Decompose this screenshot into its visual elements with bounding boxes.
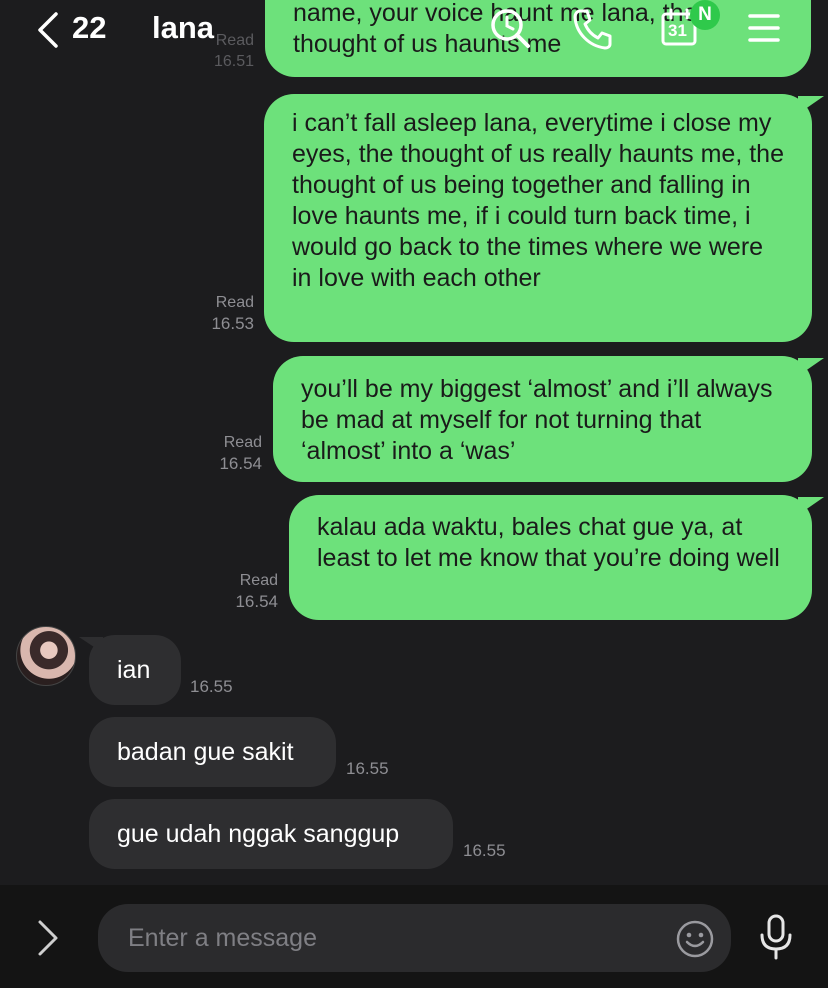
message-text: badan gue sakit <box>117 737 294 766</box>
unread-count[interactable]: 22 <box>72 10 106 46</box>
message-text: ian <box>117 655 151 684</box>
chevron-right-icon[interactable] <box>36 919 60 957</box>
new-badge: N <box>690 0 720 30</box>
message-bubble-outgoing[interactable]: kalau ada waktu, bales chat gue ya, at l… <box>289 495 812 620</box>
chat-header: 22 lana 31 N <box>0 0 828 60</box>
phone-icon[interactable] <box>572 8 612 50</box>
emoji-icon[interactable] <box>675 919 715 959</box>
read-receipt: Read 16.54 <box>204 432 262 474</box>
message-bubble-outgoing[interactable]: i can’t fall asleep lana, everytime i cl… <box>264 94 812 342</box>
chat-screen: name, your voice haunt me lana, the thou… <box>0 0 828 988</box>
message-bubble-incoming[interactable]: ian <box>79 635 181 705</box>
read-receipt: Read 16.53 <box>196 292 254 334</box>
message-text: gue udah nggak sanggup <box>117 819 400 848</box>
read-label: Read <box>215 294 254 311</box>
message-time: 16.55 <box>190 677 233 696</box>
message-text: i can’t fall asleep lana, everytime i cl… <box>292 109 784 292</box>
calendar-day: 31 <box>668 21 687 40</box>
message-bubble-outgoing[interactable]: you’ll be my biggest ‘almost’ and i’ll a… <box>273 356 812 482</box>
search-icon[interactable] <box>488 6 532 50</box>
contact-avatar[interactable] <box>16 626 76 686</box>
message-text: you’ll be my biggest ‘almost’ and i’ll a… <box>301 375 773 465</box>
message-time: 16.54 <box>219 454 262 473</box>
message-bubble-incoming[interactable]: badan gue sakit <box>89 717 336 787</box>
message-time: 16.55 <box>346 759 389 778</box>
microphone-icon[interactable] <box>758 913 794 961</box>
read-label: Read <box>223 434 262 451</box>
message-time: 16.55 <box>463 841 506 860</box>
read-label: Read <box>239 572 278 589</box>
message-time: 16.54 <box>235 592 278 611</box>
message-bubble-incoming[interactable]: gue udah nggak sanggup <box>89 799 453 869</box>
message-composer <box>0 885 828 988</box>
read-receipt: Read 16.54 <box>220 570 278 612</box>
message-text: kalau ada waktu, bales chat gue ya, at l… <box>317 513 780 572</box>
chat-title: lana <box>152 10 215 45</box>
message-input[interactable] <box>98 904 731 972</box>
menu-icon[interactable] <box>748 12 780 44</box>
chevron-left-icon[interactable] <box>34 10 62 50</box>
message-time: 16.53 <box>211 314 254 333</box>
